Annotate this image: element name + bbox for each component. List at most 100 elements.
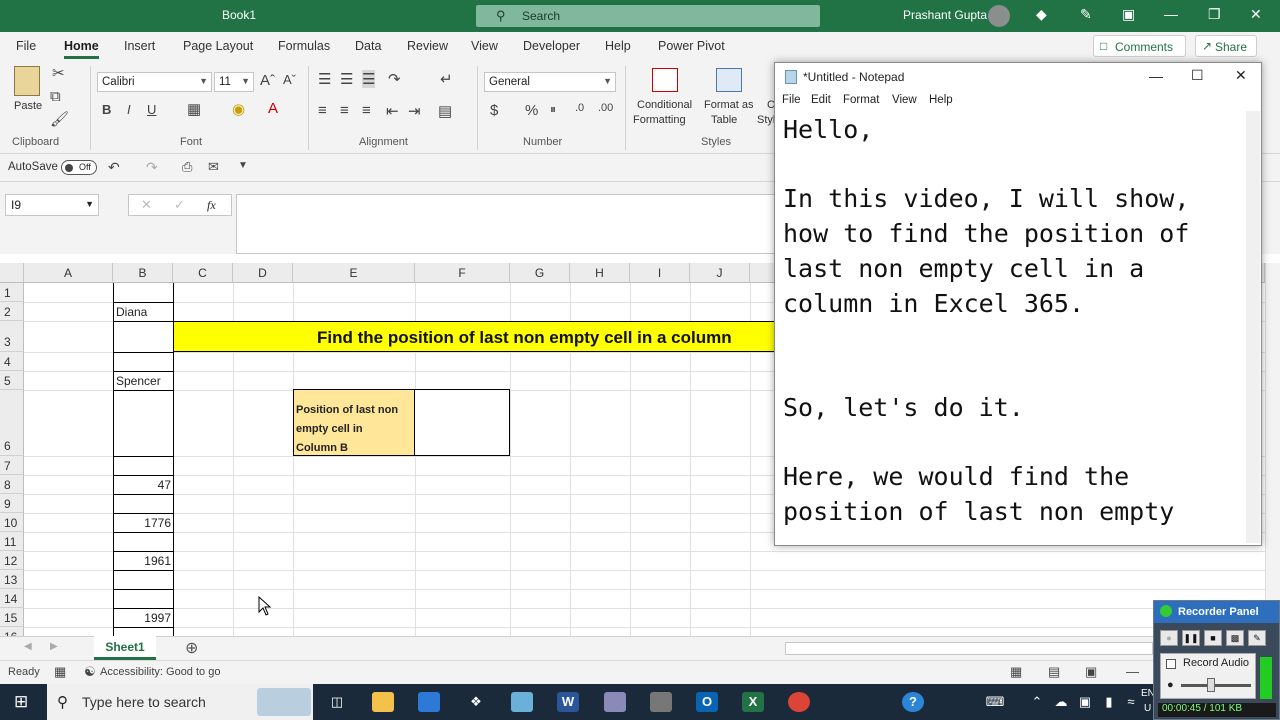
close-icon[interactable]: ✕ (1235, 67, 1247, 84)
pen-icon[interactable]: ✎ (1080, 6, 1092, 23)
formula-input[interactable] (236, 194, 776, 254)
column-header[interactable]: F (415, 263, 510, 283)
row-header[interactable]: 14 (0, 589, 24, 608)
tab-home[interactable]: Home (64, 39, 99, 59)
fill-color-icon[interactable]: ◉ (232, 100, 245, 118)
tab-help[interactable]: Help (605, 39, 631, 53)
email-icon[interactable]: ✉ (208, 159, 219, 175)
cell-b2[interactable]: Diana (116, 305, 147, 319)
underline-icon[interactable]: U (147, 102, 156, 117)
align-left-icon[interactable]: ≡ (318, 102, 327, 119)
cancel-icon[interactable]: ✕ (141, 197, 152, 213)
increase-decimal-icon[interactable]: .0 (575, 102, 584, 114)
notepad-menu-file[interactable]: File (782, 94, 801, 106)
notepad-menu-edit[interactable]: Edit (811, 94, 831, 106)
tab-insert[interactable]: Insert (124, 39, 155, 53)
column-header[interactable]: I (630, 263, 690, 283)
percent-icon[interactable]: % (525, 102, 538, 119)
row-header[interactable]: 3 (0, 321, 24, 352)
bold-icon[interactable]: B (102, 102, 111, 117)
align-top-icon[interactable]: ☰ (318, 70, 331, 88)
task-view-icon[interactable]: ◫ (326, 692, 348, 712)
row-header[interactable]: 6 (0, 390, 24, 456)
align-center-icon[interactable]: ≡ (340, 102, 349, 119)
battery-icon[interactable]: ▮ (1098, 692, 1120, 712)
normal-view-icon[interactable]: ▦ (1010, 664, 1022, 680)
maximize-icon[interactable]: ☐ (1191, 67, 1204, 84)
keyboard-icon[interactable]: ⌨ (984, 692, 1006, 712)
row-header[interactable]: 15 (0, 608, 24, 627)
excel-icon[interactable]: X (742, 692, 764, 712)
format-as-label[interactable]: Format as (704, 99, 754, 111)
column-header[interactable]: C (173, 263, 233, 283)
font-size-select[interactable]: 11 ▼ (214, 72, 254, 92)
column-header[interactable]: E (293, 263, 415, 283)
insert-function-icon[interactable]: fx (207, 198, 216, 213)
font-name-select[interactable]: Calibri ▼ (97, 72, 212, 92)
select-all-corner[interactable] (0, 263, 24, 283)
borders-icon[interactable]: ▦ (187, 100, 201, 118)
align-middle-icon[interactable]: ☰ (340, 70, 353, 88)
copy-icon[interactable]: ⧉ (50, 88, 61, 105)
tab-power-pivot[interactable]: Power Pivot (658, 39, 725, 53)
word-icon[interactable]: W (557, 692, 579, 712)
currency-icon[interactable]: $ (490, 102, 498, 119)
meet-icon[interactable]: ▣ (1074, 692, 1096, 712)
row-header[interactable]: 12 (0, 551, 24, 570)
row-header[interactable]: 16 (0, 627, 24, 636)
tab-data[interactable]: Data (355, 39, 381, 53)
column-header[interactable]: J (690, 263, 750, 283)
chrome-icon[interactable] (788, 692, 810, 712)
outlook-icon[interactable]: O (696, 692, 718, 712)
tab-file[interactable]: File (16, 39, 36, 53)
share-button[interactable]: ↗ Share (1195, 35, 1257, 57)
italic-icon[interactable]: I (127, 102, 131, 117)
help-icon[interactable]: ? (902, 692, 924, 712)
record-audio-label[interactable]: Record Audio (1183, 657, 1249, 669)
record-icon[interactable]: ● (1160, 630, 1178, 646)
row-header[interactable]: 1 (0, 283, 24, 302)
font-color-icon[interactable]: A (268, 100, 278, 117)
row-header[interactable]: 9 (0, 494, 24, 513)
undo-icon[interactable]: ↶ (108, 159, 120, 176)
number-format-select[interactable]: General ▼ (484, 72, 616, 92)
cell-b15[interactable]: 1997 (114, 611, 171, 625)
notepad-scrollbar[interactable] (1246, 111, 1260, 543)
formatting-label[interactable]: Formatting (633, 114, 686, 126)
decrease-indent-icon[interactable]: ⇤ (386, 102, 399, 120)
cell-b5[interactable]: Spencer (116, 374, 161, 388)
cut-icon[interactable]: ✂ (52, 64, 65, 82)
tab-page-layout[interactable]: Page Layout (183, 39, 253, 53)
column-header[interactable]: A (24, 263, 113, 283)
column-header[interactable]: G (510, 263, 570, 283)
tab-review[interactable]: Review (407, 39, 448, 53)
search-box[interactable]: ⚲ Search (476, 5, 820, 27)
pause-icon[interactable]: ❚❚ (1182, 630, 1200, 646)
cell-b8[interactable]: 47 (114, 478, 171, 492)
cell-styles-label-partial2[interactable]: Styl (757, 114, 775, 126)
heading-cell[interactable]: Find the position of last non empty cell… (173, 321, 793, 352)
chevron-up-icon[interactable]: ⌃ (1026, 692, 1048, 712)
redo-icon[interactable]: ↷ (146, 159, 158, 176)
dropbox-icon[interactable]: ❖ (465, 692, 487, 712)
store-icon[interactable] (418, 692, 440, 712)
autosave-toggle[interactable]: Off (61, 160, 97, 175)
print-preview-icon[interactable]: ⎙ (182, 159, 192, 175)
vertical-scrollbar[interactable] (1265, 263, 1280, 636)
format-painter-icon[interactable]: 🖌 (50, 110, 69, 128)
add-sheet-icon[interactable]: ⊕ (185, 638, 198, 658)
tab-developer[interactable]: Developer (523, 39, 580, 53)
taskbar-search[interactable]: ⚲ Type here to search (47, 684, 313, 720)
wrap-text-icon[interactable]: ↵ (440, 70, 453, 88)
paste-icon[interactable] (14, 66, 40, 96)
row-header[interactable]: 13 (0, 570, 24, 589)
page-layout-view-icon[interactable]: ▤ (1048, 664, 1060, 680)
result-cell-f6[interactable] (414, 389, 510, 456)
restore-icon[interactable]: ❐ (1208, 6, 1221, 23)
comments-button[interactable]: □ Comments (1093, 35, 1186, 57)
page-break-view-icon[interactable]: ▣ (1085, 664, 1097, 680)
row-header[interactable]: 5 (0, 371, 24, 390)
paste-label[interactable]: Paste (14, 100, 42, 112)
tab-scroll-left-icon[interactable]: ◀ (24, 641, 32, 652)
file-explorer-icon[interactable] (372, 692, 394, 712)
